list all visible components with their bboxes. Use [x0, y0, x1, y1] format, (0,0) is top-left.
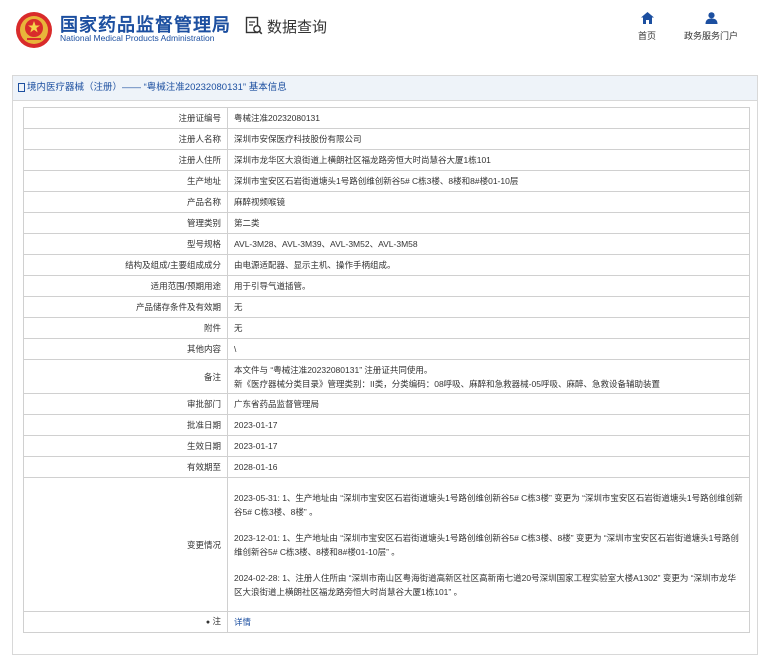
- detail-table: 注册证编号 粤械注准20232080131 注册人名称 深圳市安保医疗科技股份有…: [23, 107, 750, 633]
- remark-line: 本文件与 “粤械注准20232080131” 注册证共同使用。: [234, 364, 433, 375]
- table-row: 注册人名称 深圳市安保医疗科技股份有限公司: [23, 128, 750, 150]
- field-value: 麻醉视频喉镜: [227, 191, 750, 213]
- field-value: AVL-3M28、AVL-3M39、AVL-3M52、AVL-3M58: [227, 233, 750, 255]
- table-row: ● 注 详情: [23, 611, 750, 633]
- table-row: 变更情况 2023-05-31: 1、生产地址由 “深圳市宝安区石岩街道塘头1号…: [23, 477, 750, 612]
- change-entry: 2023-05-31: 1、生产地址由 “深圳市宝安区石岩街道塘头1号路创维创新…: [234, 492, 743, 517]
- field-label: 产品名称: [23, 191, 228, 213]
- field-value: 粤械注准20232080131: [227, 107, 750, 129]
- field-label: 审批部门: [23, 393, 228, 415]
- brand-title-en: National Medical Products Administration: [60, 33, 215, 43]
- field-label: 型号规格: [23, 233, 228, 255]
- field-value: 2023-01-17: [227, 435, 750, 457]
- nav-services-label: 政务服务门户: [684, 31, 739, 41]
- site-header: 国家药品监督管理局 National Medical Products Admi…: [0, 0, 761, 70]
- change-entry: 2024-02-28: 1、注册人住所由 “深圳市南山区粤海街道高新区社区高新南…: [234, 572, 737, 597]
- data-query-link[interactable]: 数据查询: [245, 14, 327, 38]
- bookmark-icon: [18, 83, 25, 92]
- field-label: 批准日期: [23, 414, 228, 436]
- field-label: 附件: [23, 317, 228, 339]
- table-row: 型号规格 AVL-3M28、AVL-3M39、AVL-3M52、AVL-3M58: [23, 233, 750, 255]
- table-row: 生产地址 深圳市宝安区石岩街道塘头1号路创维创新谷5# C栋3楼、8楼和8#楼0…: [23, 170, 750, 192]
- remark-line: 新《医疗器械分类目录》管理类别：II类，分类编码：08呼吸、麻醉和急救器械-05…: [234, 378, 660, 389]
- pin-icon: ●: [205, 619, 211, 626]
- table-row: 批准日期 2023-01-17: [23, 414, 750, 436]
- field-value: 2028-01-16: [227, 456, 750, 478]
- change-entry: 2023-12-01: 1、生产地址由 “深圳市宝安区石岩街道塘头1号路创维创新…: [234, 532, 739, 557]
- panel-title: 境内医疗器械（注册）—— “粤械注准20232080131” 基本信息: [13, 76, 757, 101]
- field-label: 注册人名称: [23, 128, 228, 150]
- field-value: \: [227, 338, 750, 360]
- table-row: 结构及组成/主要组成成分 由电源适配器、显示主机、操作手柄组成。: [23, 254, 750, 276]
- details-link[interactable]: 详情: [234, 617, 251, 627]
- table-row: 备注 本文件与 “粤械注准20232080131” 注册证共同使用。 新《医疗器…: [23, 359, 750, 394]
- panel-title-text: 境内医疗器械（注册）—— “粤械注准20232080131” 基本信息: [27, 82, 287, 93]
- field-label: 产品储存条件及有效期: [23, 296, 228, 318]
- field-label: ● 注: [23, 611, 228, 633]
- field-label: 管理类别: [23, 212, 228, 234]
- field-value: 无: [227, 317, 750, 339]
- field-value: 第二类: [227, 212, 750, 234]
- nav-home-label: 首页: [638, 31, 657, 41]
- table-row: 审批部门 广东省药品监督管理局: [23, 393, 750, 415]
- table-row: 有效期至 2028-01-16: [23, 456, 750, 478]
- table-row: 产品名称 麻醉视频喉镜: [23, 191, 750, 213]
- home-icon: [640, 12, 654, 24]
- field-label: 有效期至: [23, 456, 228, 478]
- field-label: 结构及组成/主要组成成分: [23, 254, 228, 276]
- field-value: 深圳市宝安区石岩街道塘头1号路创维创新谷5# C栋3楼、8楼和8#楼01-10层: [227, 170, 750, 192]
- table-row: 适用范围/预期用途 用于引导气道插管。: [23, 275, 750, 297]
- field-value: 深圳市龙华区大浪街道上横朗社区福龙路旁恒大时尚慧谷大厦1栋101: [227, 149, 750, 171]
- table-row: 附件 无: [23, 317, 750, 339]
- table-row: 产品储存条件及有效期 无: [23, 296, 750, 318]
- field-label: 其他内容: [23, 338, 228, 360]
- nav-services-portal[interactable]: 政务服务门户: [684, 12, 738, 42]
- field-label: 备注: [23, 359, 228, 394]
- field-value: 本文件与 “粤械注准20232080131” 注册证共同使用。 新《医疗器械分类…: [227, 359, 750, 394]
- field-value: 深圳市安保医疗科技股份有限公司: [227, 128, 750, 150]
- field-label: 注册证编号: [23, 107, 228, 129]
- national-emblem-icon: [16, 12, 52, 48]
- field-label: 生效日期: [23, 435, 228, 457]
- table-row: 注册证编号 粤械注准20232080131: [23, 107, 750, 129]
- note-label: 注: [212, 616, 221, 626]
- field-label: 适用范围/预期用途: [23, 275, 228, 297]
- field-value: 广东省药品监督管理局: [227, 393, 750, 415]
- field-label: 变更情况: [23, 477, 228, 612]
- table-row: 其他内容 \: [23, 338, 750, 360]
- data-query-label: 数据查询: [267, 18, 328, 36]
- nav-home[interactable]: 首页: [638, 12, 656, 42]
- field-value: 无: [227, 296, 750, 318]
- detail-panel: 境内医疗器械（注册）—— “粤械注准20232080131” 基本信息 注册证编…: [12, 75, 758, 655]
- user-icon: [705, 12, 717, 24]
- document-search-icon: [245, 16, 263, 35]
- field-value: 用于引导气道插管。: [227, 275, 750, 297]
- field-value: 详情: [227, 611, 750, 633]
- field-label: 生产地址: [23, 170, 228, 192]
- field-value: 由电源适配器、显示主机、操作手柄组成。: [227, 254, 750, 276]
- field-value: 2023-05-31: 1、生产地址由 “深圳市宝安区石岩街道塘头1号路创维创新…: [227, 477, 750, 612]
- table-row: 管理类别 第二类: [23, 212, 750, 234]
- field-label: 注册人住所: [23, 149, 228, 171]
- field-value: 2023-01-17: [227, 414, 750, 436]
- table-row: 注册人住所 深圳市龙华区大浪街道上横朗社区福龙路旁恒大时尚慧谷大厦1栋101: [23, 149, 750, 171]
- table-row: 生效日期 2023-01-17: [23, 435, 750, 457]
